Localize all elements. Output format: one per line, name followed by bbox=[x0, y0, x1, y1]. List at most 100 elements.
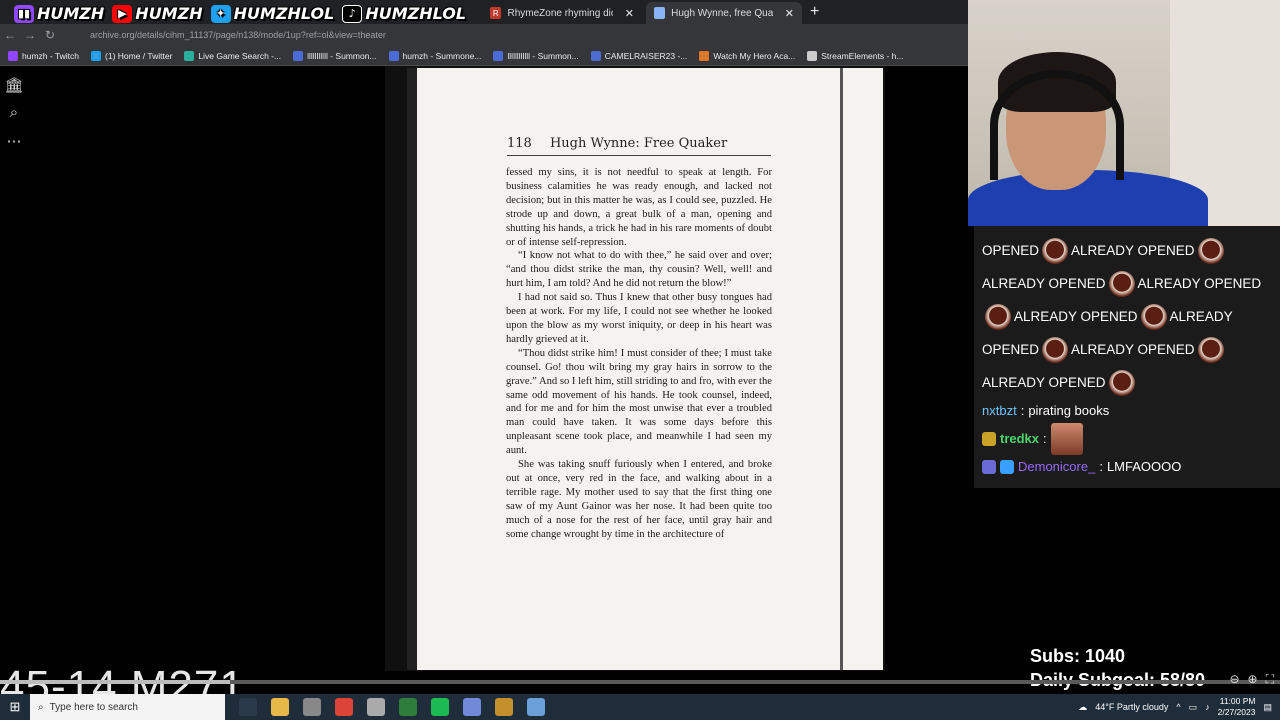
url-field[interactable]: archive.org/details/cihm_11137/page/n138… bbox=[90, 30, 386, 40]
search-icon: ⌕ bbox=[38, 701, 44, 713]
bookmark-item[interactable]: StreamElements - h... bbox=[807, 50, 903, 61]
tab-hugh-wynne[interactable]: Hugh Wynne, free Quaker [micro ✕ bbox=[646, 2, 802, 24]
close-icon[interactable]: ✕ bbox=[785, 7, 794, 20]
summoner-icon bbox=[293, 50, 304, 61]
close-icon[interactable]: ✕ bbox=[625, 7, 634, 20]
forward-arrow-icon[interactable]: → bbox=[20, 28, 40, 42]
page-number: 118 bbox=[507, 136, 532, 151]
running-title: Hugh Wynne: Free Quaker bbox=[549, 136, 728, 151]
paragraph: “I know not what to do with thee,” he sa… bbox=[506, 250, 772, 290]
bookmark-item[interactable]: Live Game Search -... bbox=[184, 50, 281, 61]
chat-message: tredkx: bbox=[982, 423, 1272, 455]
back-arrow-icon[interactable]: ← bbox=[0, 28, 20, 42]
paragraph: fessed my sins, it is not needful to spe… bbox=[506, 167, 772, 248]
page-body: fessed my sins, it is not needful to spe… bbox=[506, 166, 772, 541]
volume-icon[interactable]: ♪ bbox=[1205, 702, 1210, 712]
app-icon[interactable] bbox=[527, 698, 545, 716]
bookmark-item[interactable]: humzh - Summone... bbox=[388, 50, 481, 61]
summoner-icon bbox=[388, 50, 399, 61]
fullscreen-icon[interactable]: ⛶ bbox=[1266, 672, 1274, 687]
twitch-icon: ▮▮ bbox=[14, 4, 34, 23]
emote-icon bbox=[1042, 337, 1069, 364]
taskbar-apps bbox=[239, 698, 545, 716]
bookmark-item[interactable]: Watch My Hero Aca... bbox=[699, 50, 795, 61]
system-tray: ☁ 44°F Partly cloudy ^ ▭ ♪ 11:00 PM 2/27… bbox=[1078, 696, 1280, 718]
more-options-icon[interactable]: ⋯ bbox=[4, 132, 24, 150]
social-handles-overlay: ▮▮ HUMZH ▶ HUMZH ✦ HUMZHLOL ♪ HUMZHLOL bbox=[14, 4, 466, 23]
new-tab-button[interactable]: + bbox=[810, 3, 819, 21]
book-page: 118 Hugh Wynne: Free Quaker fessed my si… bbox=[407, 68, 883, 670]
badge-icon bbox=[982, 460, 996, 474]
chat-username[interactable]: tredkx bbox=[1000, 429, 1039, 449]
paragraph: “Thou didst strike him! I must consider … bbox=[506, 347, 772, 457]
tiktok-icon: ♪ bbox=[342, 4, 363, 23]
emote-icon bbox=[1197, 337, 1224, 364]
twitter-icon: ✦ bbox=[210, 4, 231, 23]
bookmark-item[interactable]: (1) Home / Twitter bbox=[91, 50, 172, 61]
task-view-icon[interactable] bbox=[239, 698, 257, 716]
bookmark-item[interactable]: CAMELRAISER23 -... bbox=[590, 50, 687, 61]
tab-rhymezone[interactable]: R RhymeZone rhyming dictionary a ✕ bbox=[482, 2, 642, 24]
twitch-icon bbox=[8, 50, 18, 61]
emote-icon bbox=[1197, 238, 1224, 265]
social-tiktok: ♪ HUMZHLOL bbox=[342, 4, 466, 23]
taskbar-search[interactable]: ⌕ Type here to search bbox=[30, 694, 225, 720]
twitter-icon bbox=[91, 50, 102, 61]
discord-icon[interactable] bbox=[463, 698, 481, 716]
paragraph: I had not said so. Thus I knew that othe… bbox=[506, 292, 772, 345]
zoom-in-icon[interactable]: ⊕ bbox=[1248, 672, 1258, 687]
page-spine bbox=[840, 68, 843, 670]
windows-taskbar: ⊞ ⌕ Type here to search ☁ 44°F Partly cl… bbox=[0, 694, 1280, 720]
document-icon bbox=[654, 7, 666, 19]
search-icon[interactable]: ⌕ bbox=[4, 104, 24, 122]
emote-icon bbox=[1108, 370, 1135, 397]
reload-icon[interactable]: ↻ bbox=[40, 28, 60, 42]
chrome-icon[interactable] bbox=[335, 698, 353, 716]
subs-count: Subs: 1040 bbox=[1030, 646, 1126, 666]
file-explorer-icon[interactable] bbox=[271, 698, 289, 716]
webcam-feed bbox=[968, 0, 1280, 226]
app-icon[interactable] bbox=[367, 698, 385, 716]
archive-sidebar: 🏛 ⌕ ⋯ bbox=[4, 76, 24, 150]
crown-icon bbox=[1000, 460, 1014, 474]
bookmark-item[interactable]: llllllllllll - Summon... bbox=[493, 50, 579, 61]
network-icon[interactable]: ▭ bbox=[1189, 702, 1198, 713]
windows-start-icon[interactable]: ⊞ bbox=[0, 699, 30, 715]
clock[interactable]: 11:00 PM 2/27/2023 bbox=[1218, 696, 1256, 718]
summoner-icon bbox=[493, 50, 504, 61]
obs-icon[interactable] bbox=[303, 698, 321, 716]
social-twitter: ✦ HUMZHLOL bbox=[210, 4, 334, 23]
chat-text: pirating books bbox=[1028, 403, 1110, 418]
social-youtube: ▶ HUMZH bbox=[112, 4, 203, 23]
search-icon bbox=[184, 50, 195, 61]
zoom-out-icon[interactable]: ⊖ bbox=[1229, 672, 1239, 687]
app-icon[interactable] bbox=[399, 698, 417, 716]
chat-panel: OPENED ALREADY OPENED ALREADY OPENED ALREA… bbox=[974, 226, 1280, 488]
social-twitch: ▮▮ HUMZH bbox=[14, 4, 104, 23]
bookmarks-bar: humzh - Twitch (1) Home / Twitter Live G… bbox=[0, 46, 968, 66]
bookmark-item[interactable]: humzh - Twitch bbox=[8, 50, 79, 61]
chat-message: Demonicore_: LMFAOOOO bbox=[982, 457, 1272, 477]
chat-text: LMFAOOOO bbox=[1106, 459, 1182, 474]
bookmark-item[interactable]: lllllllllll - Summon... bbox=[293, 50, 377, 61]
summoner-icon bbox=[590, 50, 601, 61]
viewer-controls: ⊖ ⊕ ⛶ bbox=[1229, 672, 1274, 687]
video-progress-bar[interactable] bbox=[0, 680, 1280, 684]
chat-username[interactable]: Demonicore_ bbox=[1018, 457, 1095, 477]
rhymezone-icon: R bbox=[490, 7, 502, 19]
paragraph: She was taking snuff furiously when I en… bbox=[506, 459, 772, 540]
archive-logo-icon[interactable]: 🏛 bbox=[4, 76, 24, 94]
emote-icon bbox=[1108, 271, 1135, 298]
league-icon[interactable] bbox=[495, 698, 513, 716]
address-bar: ← → ↻ archive.org/details/cihm_11137/pag… bbox=[0, 24, 968, 46]
emote-icon bbox=[1042, 238, 1069, 265]
chevron-up-icon[interactable]: ^ bbox=[1176, 702, 1180, 712]
chat-message: nxtbzt: pirating books bbox=[982, 401, 1272, 421]
weather-text[interactable]: 44°F Partly cloudy bbox=[1095, 702, 1168, 712]
spotify-icon[interactable] bbox=[431, 698, 449, 716]
chat-username[interactable]: nxtbzt bbox=[982, 401, 1017, 421]
notifications-icon[interactable]: ▤ bbox=[1263, 702, 1272, 713]
youtube-icon: ▶ bbox=[112, 4, 133, 23]
chat-spam: OPENED ALREADY OPENED ALREADY OPENED ALREA… bbox=[982, 234, 1272, 399]
search-placeholder: Type here to search bbox=[49, 701, 138, 713]
